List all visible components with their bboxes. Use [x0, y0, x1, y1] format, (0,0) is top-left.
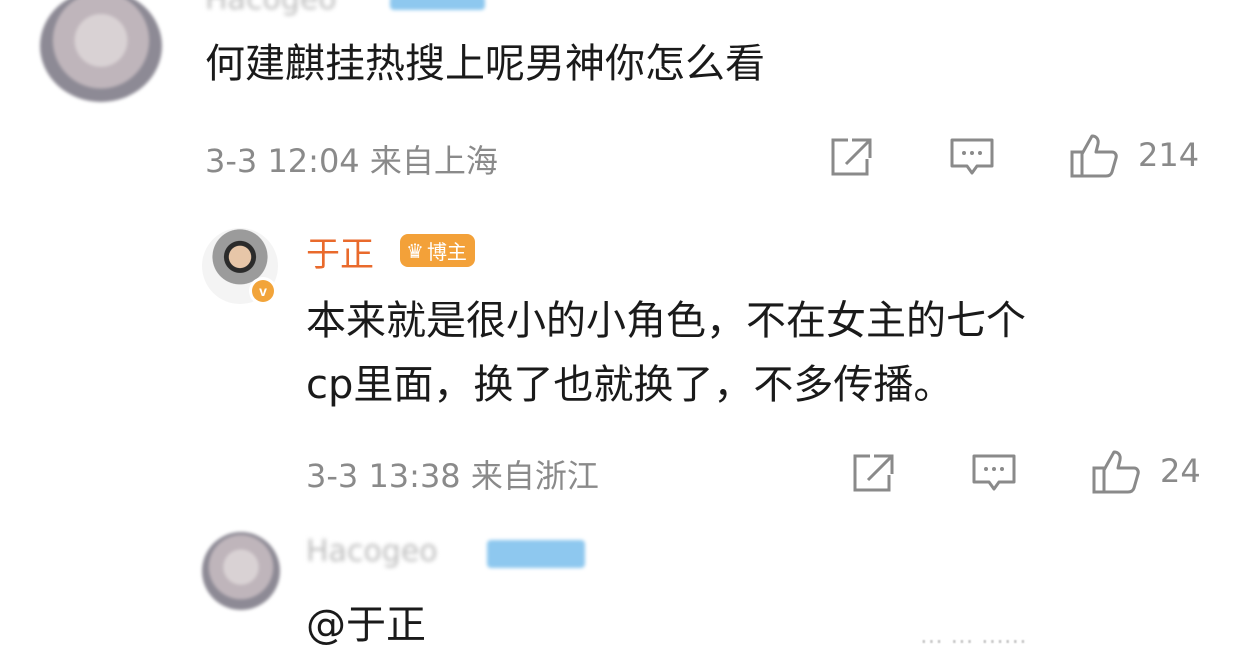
comment-text: 何建麒挂热搜上呢男神你怎么看: [205, 41, 765, 87]
reply-time: 3-3 13:38: [306, 457, 461, 495]
reply-text-line-1: 本来就是很小的小角色，不在女主的七个: [306, 298, 1026, 344]
user-badge-blurred: [487, 540, 585, 568]
username-blurred[interactable]: Hacogeo: [205, 0, 337, 17]
user-avatar-blurred[interactable]: [40, 0, 162, 102]
username-blurred[interactable]: Hacogeo: [306, 534, 438, 569]
watermark-blurred: ··· ··· ······: [920, 628, 1027, 656]
reply-text-line-2: cp里面，换了也就换了，不多传播。: [306, 362, 954, 408]
reply-location: 来自浙江: [470, 457, 599, 495]
blogger-badge: ♛ 博主: [400, 234, 475, 267]
blogger-badge-label: 博主: [426, 240, 467, 264]
mention-text: @于正: [306, 602, 426, 648]
reply-meta: 3-3 13:38 来自浙江: [306, 451, 599, 497]
comment-icon[interactable]: [970, 452, 1018, 496]
comment-time: 3-3 12:04: [205, 142, 360, 180]
like-count: 24: [1160, 452, 1201, 490]
user-avatar-blurred[interactable]: [202, 532, 280, 610]
verified-badge-icon: v: [249, 277, 277, 305]
user-badge-blurred: [390, 0, 485, 10]
like-count: 214: [1138, 136, 1200, 174]
share-icon[interactable]: [828, 136, 874, 178]
share-icon[interactable]: [850, 452, 896, 494]
blogger-name[interactable]: 于正: [306, 227, 374, 276]
comment-meta: 3-3 12:04 来自上海: [205, 136, 498, 182]
crown-icon: ♛: [406, 238, 424, 263]
comment-icon[interactable]: [948, 136, 996, 180]
thumbs-up-icon[interactable]: [1068, 132, 1122, 180]
thumbs-up-icon[interactable]: [1090, 448, 1144, 496]
comment-location: 来自上海: [369, 142, 498, 180]
